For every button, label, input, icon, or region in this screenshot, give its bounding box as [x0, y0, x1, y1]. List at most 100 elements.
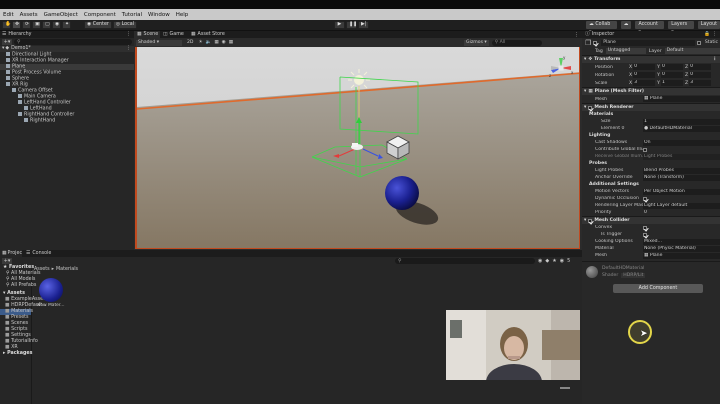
- contribute-gi-checkbox[interactable]: [643, 147, 647, 152]
- transform-z-field[interactable]: 3: [689, 80, 712, 86]
- element0-field[interactable]: ● DefaultHDMaterial: [643, 125, 720, 132]
- account-dropdown[interactable]: Account ▾: [635, 21, 665, 35]
- thumbnail-size-slider[interactable]: [560, 387, 570, 389]
- hidden-objects-icon[interactable]: ◉: [222, 40, 226, 45]
- motion-vectors-dropdown[interactable]: Per Object Motion: [643, 188, 720, 195]
- tab-inspector[interactable]: ⓘ Inspector 🔒 ⋮: [582, 31, 720, 38]
- layers-dropdown[interactable]: Layers ▾: [668, 21, 694, 35]
- rendering-layer-dropdown[interactable]: Light Layer default: [643, 202, 720, 209]
- custom-tool-button[interactable]: ✦: [62, 21, 71, 29]
- gizmos-dropdown[interactable]: Gizmos ▾: [464, 39, 489, 46]
- star-icon[interactable]: ★: [552, 258, 556, 264]
- transform-x-field[interactable]: 0: [633, 72, 656, 78]
- dynamic-occlusion-checkbox[interactable]: [643, 196, 647, 201]
- transform-z-field[interactable]: 0: [689, 72, 712, 78]
- tab-scene[interactable]: ▦ Scene: [134, 31, 160, 38]
- pivot-center-toggle[interactable]: ◉ Center: [84, 21, 112, 29]
- scene-search-input[interactable]: ⚲ All: [491, 39, 542, 46]
- scene-viewport[interactable]: y x z: [135, 47, 580, 249]
- priority-field[interactable]: 0: [643, 210, 720, 216]
- project-create-dropdown[interactable]: +▾: [2, 258, 12, 264]
- pivot-local-toggle[interactable]: ◎ Local: [112, 21, 138, 29]
- collider-mesh-field[interactable]: ▦ Plane: [643, 252, 720, 259]
- collab-button[interactable]: ☁ Collab ▾: [586, 21, 617, 35]
- settings-icon[interactable]: ⋮: [712, 57, 717, 62]
- menu-gameobject[interactable]: GameObject: [44, 12, 78, 18]
- audio-toggle-icon[interactable]: 🔈: [206, 40, 212, 45]
- menu-icon[interactable]: ⋮: [126, 46, 131, 52]
- transform-tool-button[interactable]: ◉: [52, 21, 61, 29]
- menu-icon[interactable]: ⋮: [712, 31, 717, 38]
- asset-tile[interactable]: New Mater...: [37, 278, 67, 312]
- hand-tool-button[interactable]: ✋: [2, 21, 11, 29]
- hierarchy-search-input[interactable]: ⚲: [14, 39, 132, 45]
- menu-icon[interactable]: ⋮: [574, 32, 579, 38]
- menu-edit[interactable]: Edit: [3, 12, 14, 18]
- lighting-foldout[interactable]: Lighting: [582, 132, 720, 139]
- mesh-collider-header[interactable]: ▾ Mesh Collider: [582, 216, 720, 224]
- toggle-2d[interactable]: 2D: [185, 40, 195, 46]
- layer-dropdown[interactable]: Default: [664, 48, 720, 54]
- mesh-collider-enabled-checkbox[interactable]: [588, 218, 593, 223]
- receive-gi-dropdown[interactable]: Light Probes: [643, 153, 720, 160]
- packages-header[interactable]: ▸ Packages: [0, 351, 33, 357]
- material-preview[interactable]: DefaultHDMaterial Shader HDRP/Lit: [582, 261, 720, 281]
- transform-y-field[interactable]: 1: [660, 80, 683, 86]
- mesh-renderer-header[interactable]: ▾ Mesh Renderer: [582, 103, 720, 111]
- mesh-filter-mesh-field[interactable]: ▦ Plane: [643, 96, 720, 102]
- step-button[interactable]: ▶|: [358, 21, 369, 29]
- object-name-field[interactable]: Plane: [601, 39, 695, 46]
- tab-asset-store[interactable]: ▦ Asset Store: [188, 31, 226, 38]
- shading-mode-dropdown[interactable]: Shaded ▾: [136, 39, 182, 46]
- favorite-item[interactable]: ⚲ All Prefabs: [0, 283, 36, 289]
- rect-tool-button[interactable]: ▢: [42, 21, 51, 29]
- anchor-override-field[interactable]: None (Transform): [643, 174, 720, 181]
- menu-tutorial[interactable]: Tutorial: [122, 12, 142, 18]
- mesh-renderer-enabled-checkbox[interactable]: [588, 105, 593, 110]
- services-button[interactable]: ☁: [620, 21, 632, 29]
- move-tool-button[interactable]: ✥: [12, 21, 21, 29]
- transform-x-field[interactable]: 0: [633, 64, 656, 70]
- transform-y-field[interactable]: 0: [660, 72, 683, 78]
- active-checkbox[interactable]: [593, 40, 598, 45]
- filter-type-icon[interactable]: ◉: [538, 258, 542, 264]
- shader-dropdown[interactable]: HDRP/Lit: [621, 272, 646, 278]
- layout-dropdown[interactable]: Layout: [697, 21, 720, 29]
- effects-toggle-icon[interactable]: ▦: [214, 40, 218, 45]
- breadcrumb-materials[interactable]: Materials: [56, 267, 78, 272]
- scale-tool-button[interactable]: ▣: [32, 21, 41, 29]
- pause-button[interactable]: ❚❚: [346, 21, 357, 29]
- transform-header[interactable]: ▾ ✥ Transform ⋮: [582, 55, 720, 63]
- cooking-options-dropdown[interactable]: Mixed...: [643, 238, 720, 245]
- filter-label-icon[interactable]: ◆: [545, 258, 549, 264]
- is-trigger-checkbox[interactable]: [643, 232, 647, 237]
- grid-toggle-icon[interactable]: ▦: [229, 40, 233, 45]
- hierarchy-item[interactable]: RightHand: [0, 118, 134, 124]
- mesh-filter-header[interactable]: ▾ ▦ Plane (Mesh Filter): [582, 87, 720, 95]
- probes-foldout[interactable]: Probes: [582, 160, 720, 167]
- convex-checkbox[interactable]: [643, 225, 647, 230]
- transform-z-field[interactable]: 0: [689, 64, 712, 70]
- transform-y-field[interactable]: 0: [660, 64, 683, 70]
- rotate-tool-button[interactable]: ⟳: [22, 21, 31, 29]
- tab-console[interactable]: ☰ Console: [22, 250, 52, 257]
- static-checkbox[interactable]: [696, 40, 701, 45]
- additional-settings-foldout[interactable]: Additional Settings: [582, 181, 720, 188]
- lock-icon[interactable]: 🔒: [704, 31, 710, 38]
- collider-material-field[interactable]: None (Physic Material): [643, 245, 720, 252]
- tab-project[interactable]: ▦ Project: [0, 250, 24, 257]
- create-dropdown[interactable]: +▾: [2, 39, 12, 45]
- materials-foldout[interactable]: Materials: [582, 111, 720, 118]
- light-toggle-icon[interactable]: ☀: [198, 40, 202, 45]
- project-search-input[interactable]: ⚲: [395, 258, 535, 264]
- menu-assets[interactable]: Assets: [20, 12, 38, 18]
- size-field[interactable]: 1: [643, 118, 720, 125]
- hierarchy-tab[interactable]: ☰ Hierarchy ⋮: [0, 31, 134, 38]
- menu-component[interactable]: Component: [84, 12, 116, 18]
- tag-dropdown[interactable]: Untagged: [605, 48, 646, 54]
- add-component-button[interactable]: Add Component: [613, 284, 703, 293]
- eye-icon[interactable]: ◉: [560, 258, 564, 264]
- cast-shadows-dropdown[interactable]: On: [643, 139, 720, 146]
- breadcrumb-assets[interactable]: Assets: [34, 267, 50, 272]
- transform-x-field[interactable]: 3: [633, 80, 656, 86]
